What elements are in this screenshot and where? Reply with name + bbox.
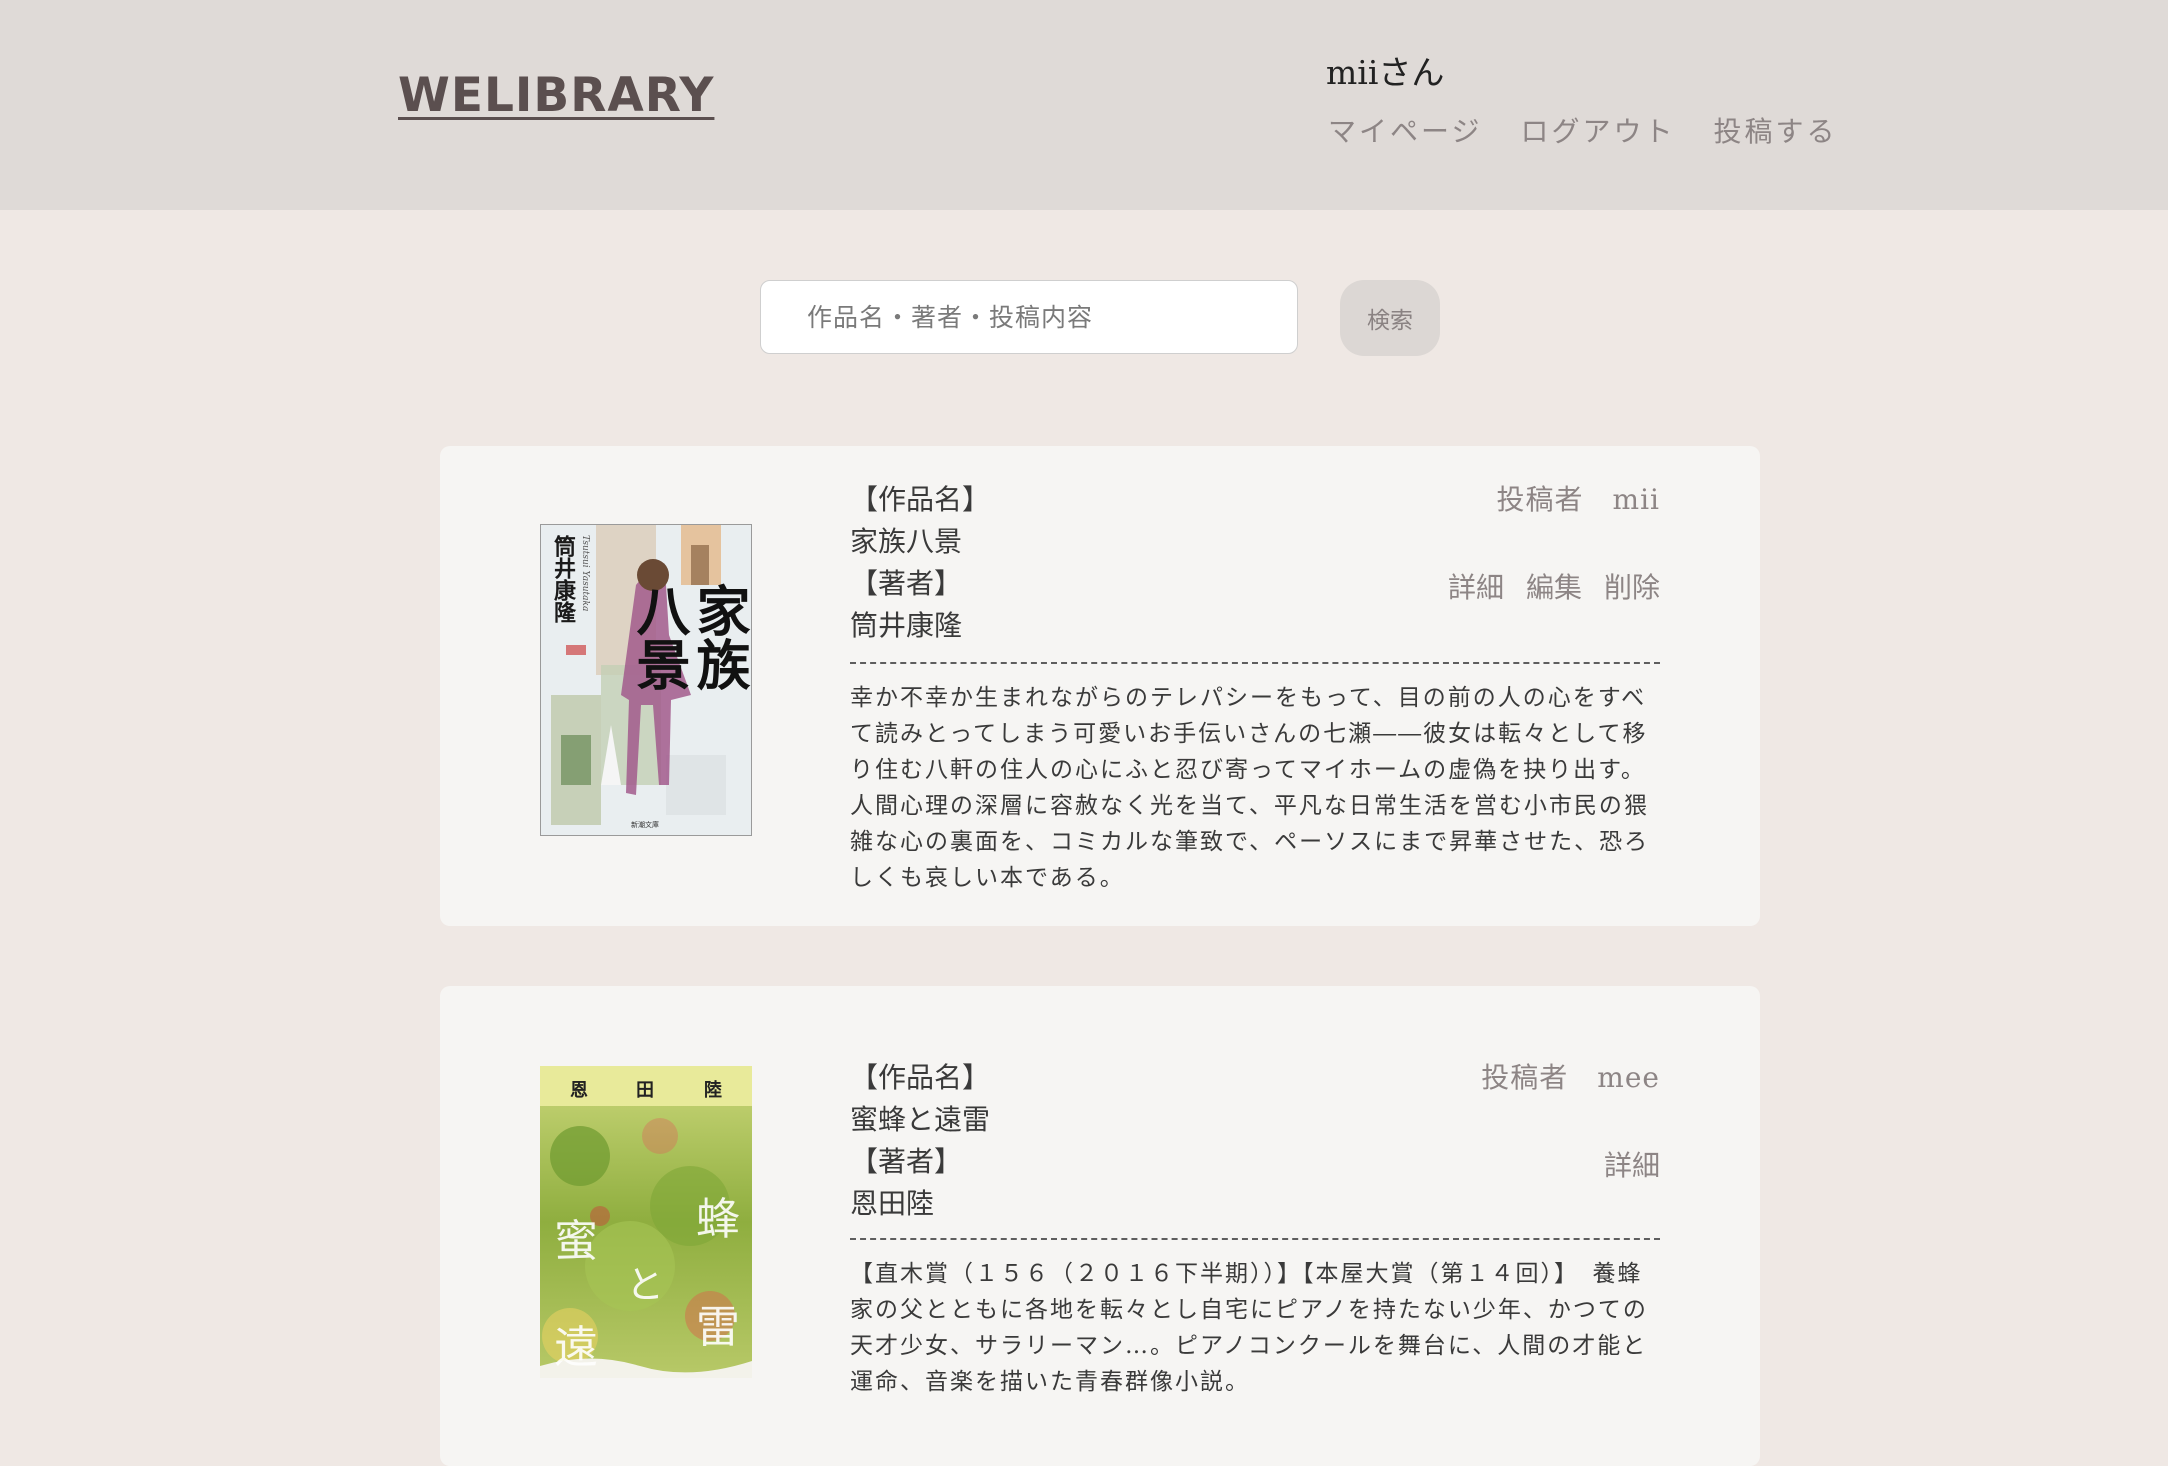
book-title: 蜜蜂と遠雷 (850, 1103, 991, 1136)
title-label: 【作品名】 (850, 483, 991, 516)
delete-link[interactable]: 削除 (1604, 566, 1660, 606)
poster-name: 投稿者 mee (1481, 1061, 1660, 1094)
post-description: 【直木賞（１５６（２０１６下半期））】【本屋大賞（第１４回）】 養蜂家の父ととも… (850, 1261, 1648, 1395)
post-actions: 詳細 (1604, 1144, 1660, 1184)
cover-romaji-text: Tsutsui Yasutaka (580, 535, 590, 611)
book-author: 筒井康隆 (850, 609, 963, 642)
nav-mypage-link[interactable]: マイページ (1328, 110, 1482, 150)
author-label: 【著者】 (850, 567, 963, 600)
dashed-divider (850, 662, 1660, 664)
book-author: 恩田陸 (850, 1187, 935, 1220)
cover-title-char: 遠 (554, 1322, 598, 1373)
book-cover-art: 筒井康隆 Tsutsui Yasutaka 家族 八景 新潮文庫 (541, 525, 751, 835)
cover-title-char: 雷 (696, 1302, 740, 1353)
cover-title-col1: 家族 (687, 583, 751, 691)
current-username: miiさん (1326, 53, 1445, 92)
title-label: 【作品名】 (850, 1061, 991, 1094)
book-cover-image[interactable]: 恩 田 陸 蜜 蜂 と 遠 雷 (540, 1066, 752, 1378)
nav-post-link[interactable]: 投稿する (1713, 110, 1837, 150)
cover-author-char: 恩 (570, 1080, 588, 1101)
site-header: WELIBRARY miiさん マイページ ログアウト 投稿する (0, 0, 2168, 210)
cover-title-char: と (626, 1263, 664, 1307)
book-cover-art: 恩 田 陸 蜜 蜂 と 遠 雷 (540, 1066, 752, 1378)
cover-publisher-text: 新潮文庫 (631, 820, 659, 829)
post-actions: 詳細 編集 削除 (1448, 566, 1660, 606)
cover-author-text: 筒井康隆 (550, 534, 576, 623)
cover-author-char: 陸 (704, 1079, 722, 1101)
poster-name: 投稿者 mii (1496, 483, 1660, 516)
site-logo[interactable]: WELIBRARY (398, 68, 714, 123)
detail-link[interactable]: 詳細 (1604, 1144, 1660, 1184)
post-description: 幸か不幸か生まれながらのテレパシーをもって、目の前の人の心をすべて読みとってしま… (850, 685, 1650, 891)
book-title: 家族八景 (850, 525, 963, 558)
detail-link[interactable]: 詳細 (1448, 566, 1504, 606)
book-cover-image[interactable]: 筒井康隆 Tsutsui Yasutaka 家族 八景 新潮文庫 (540, 524, 752, 836)
header-nav: マイページ ログアウト 投稿する (1328, 110, 1837, 150)
edit-link[interactable]: 編集 (1526, 566, 1582, 606)
search-button[interactable]: 検索 (1340, 280, 1440, 356)
post-card: 恩 田 陸 蜜 蜂 と 遠 雷 【作品名】 蜜蜂と遠雷 【著者】 恩田陸 投稿者… (440, 986, 1760, 1466)
cover-title-char: 蜂 (696, 1194, 740, 1245)
nav-logout-link[interactable]: ログアウト (1520, 110, 1675, 150)
post-card: 筒井康隆 Tsutsui Yasutaka 家族 八景 新潮文庫 【作品名】 家… (440, 446, 1760, 926)
dashed-divider (850, 1238, 1660, 1240)
cover-title-char: 蜜 (554, 1216, 598, 1267)
cover-author-char: 田 (636, 1080, 654, 1101)
cover-title-col2: 八景 (627, 583, 691, 691)
search-input[interactable] (760, 280, 1298, 354)
author-label: 【著者】 (850, 1145, 963, 1178)
